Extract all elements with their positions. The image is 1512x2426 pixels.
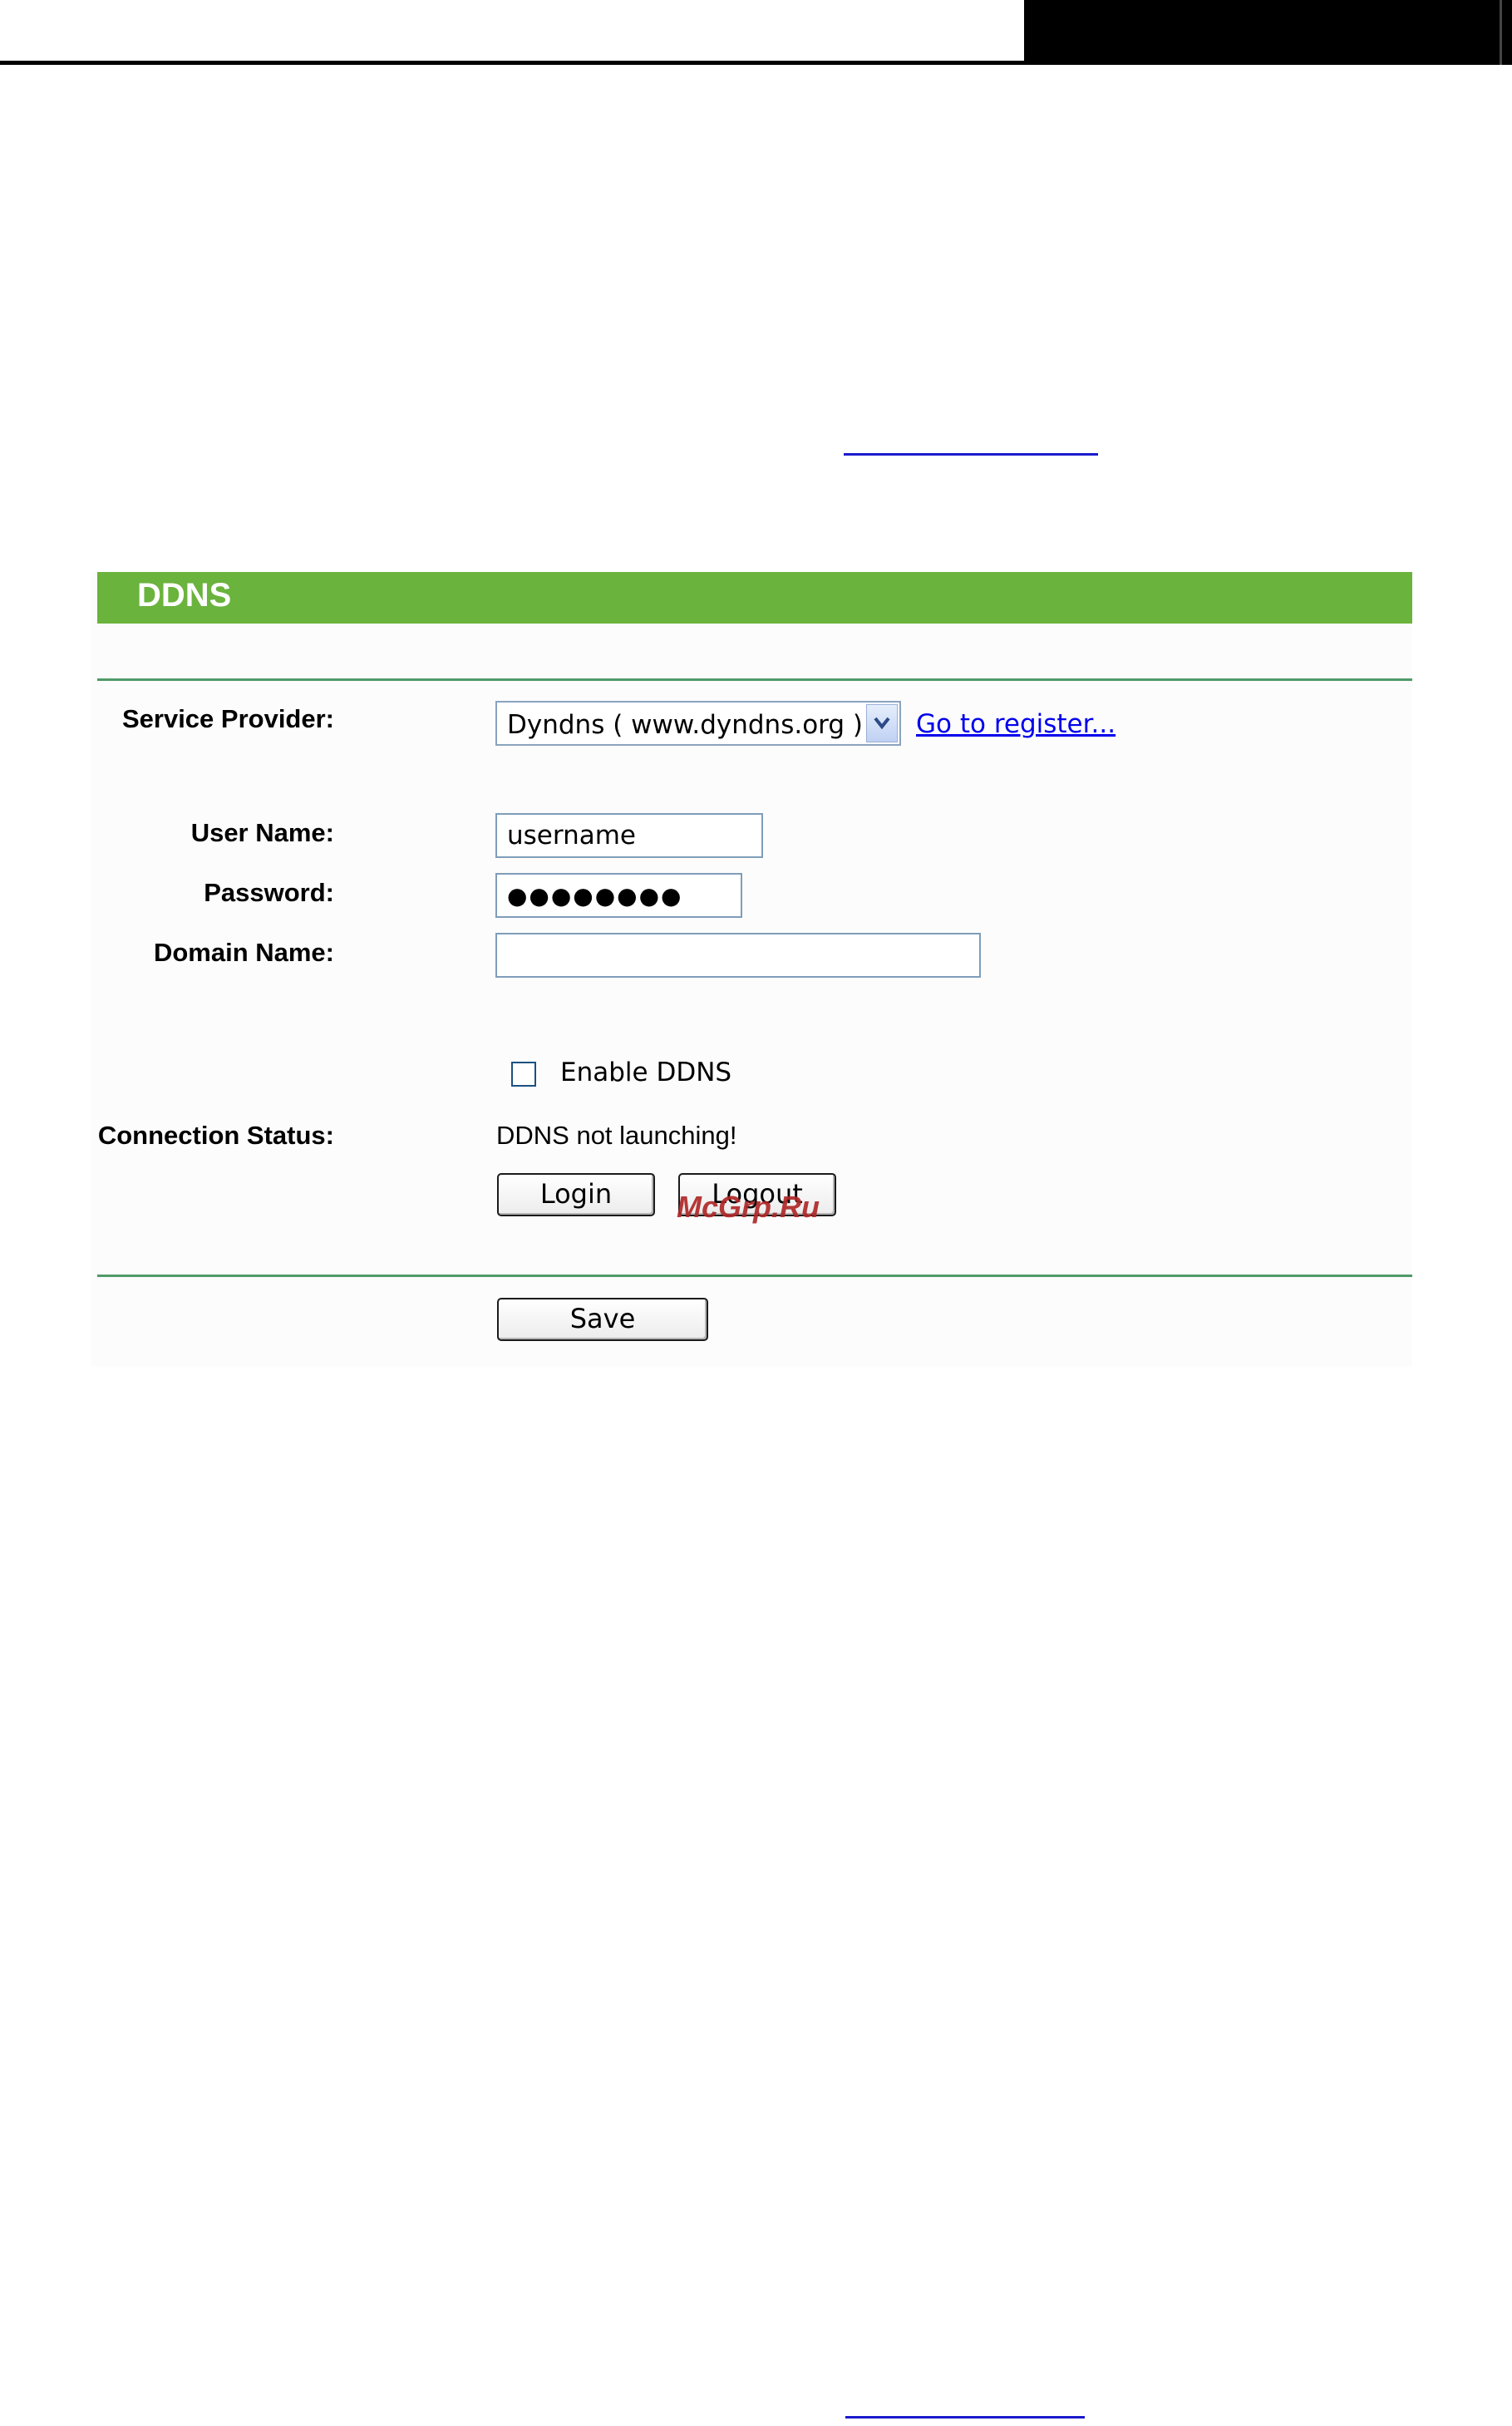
password-masked-value: ●●●●●●●●: [507, 882, 683, 910]
page-top-rule: [0, 61, 1031, 65]
connection-status-label: Connection Status:: [97, 1121, 334, 1150]
enable-ddns-label[interactable]: Enable DDNS: [560, 1058, 731, 1087]
connection-status-value: DDNS not launching!: [496, 1121, 737, 1150]
page-header-block: [1024, 0, 1512, 65]
user-name-input[interactable]: username: [495, 813, 763, 858]
domain-name-label: Domain Name:: [153, 938, 334, 967]
document-link-underline[interactable]: [844, 453, 1098, 456]
domain-name-input[interactable]: [495, 933, 981, 978]
register-link[interactable]: Go to register...: [916, 709, 1116, 739]
watermark-text: McGrp.Ru: [677, 1190, 820, 1224]
password-input[interactable]: ●●●●●●●●: [495, 873, 742, 918]
bottom-divider: [97, 1275, 1412, 1277]
user-name-value: username: [507, 821, 636, 851]
document-link-underline-bottom[interactable]: [845, 2416, 1085, 2419]
page-header-block-edge: [1500, 0, 1502, 65]
service-provider-value: Dyndns ( www.dyndns.org ): [507, 710, 864, 740]
save-button[interactable]: Save: [497, 1298, 708, 1341]
service-provider-label: Service Provider:: [121, 704, 334, 733]
password-label: Password:: [204, 878, 334, 907]
panel-title: DDNS: [137, 577, 232, 614]
panel-header: DDNS: [97, 572, 1412, 624]
ddns-settings-panel: DDNS Service Provider: Dyndns ( www.dynd…: [91, 572, 1412, 1367]
dropdown-button[interactable]: [866, 704, 898, 742]
enable-ddns-checkbox[interactable]: [511, 1062, 536, 1087]
top-divider: [97, 678, 1412, 681]
login-button[interactable]: Login: [497, 1173, 655, 1216]
service-provider-select[interactable]: Dyndns ( www.dyndns.org ): [495, 701, 901, 746]
user-name-label: User Name:: [190, 818, 334, 847]
chevron-down-icon: [874, 717, 890, 730]
